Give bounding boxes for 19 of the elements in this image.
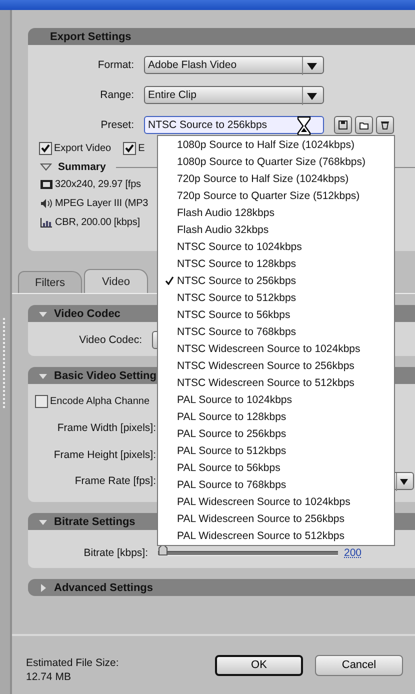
- panel-title: Export Settings: [50, 30, 132, 42]
- field-label: Video Codec:: [78, 334, 143, 346]
- estimate-label: Estimated File Size:: [26, 656, 120, 670]
- field-label: Frame Rate [fps]:: [74, 475, 157, 487]
- field-label: Range:: [99, 89, 135, 101]
- summary-text: 320x240, 29.97 [fps: [55, 179, 141, 190]
- summary-title: Summary: [58, 161, 106, 173]
- panel-title: Basic Video Setting: [54, 370, 156, 382]
- field-label: Bitrate [kbps]:: [82, 547, 149, 559]
- summary-text: CBR, 200.00 [kbps]: [55, 217, 140, 228]
- summary-text: MPEG Layer III (MP3: [55, 198, 148, 209]
- panel-title: Advanced Settings: [54, 582, 154, 594]
- field-label: Format:: [96, 59, 135, 71]
- estimate-value: 12.74 MB: [26, 670, 72, 684]
- field-label: Preset:: [100, 119, 135, 131]
- field-label: Frame Width [pixels]:: [56, 422, 157, 434]
- panel-title: Video Codec: [54, 308, 120, 320]
- panel-title: Bitrate Settings: [54, 516, 136, 528]
- field-label: Frame Height [pixels]:: [52, 449, 157, 461]
